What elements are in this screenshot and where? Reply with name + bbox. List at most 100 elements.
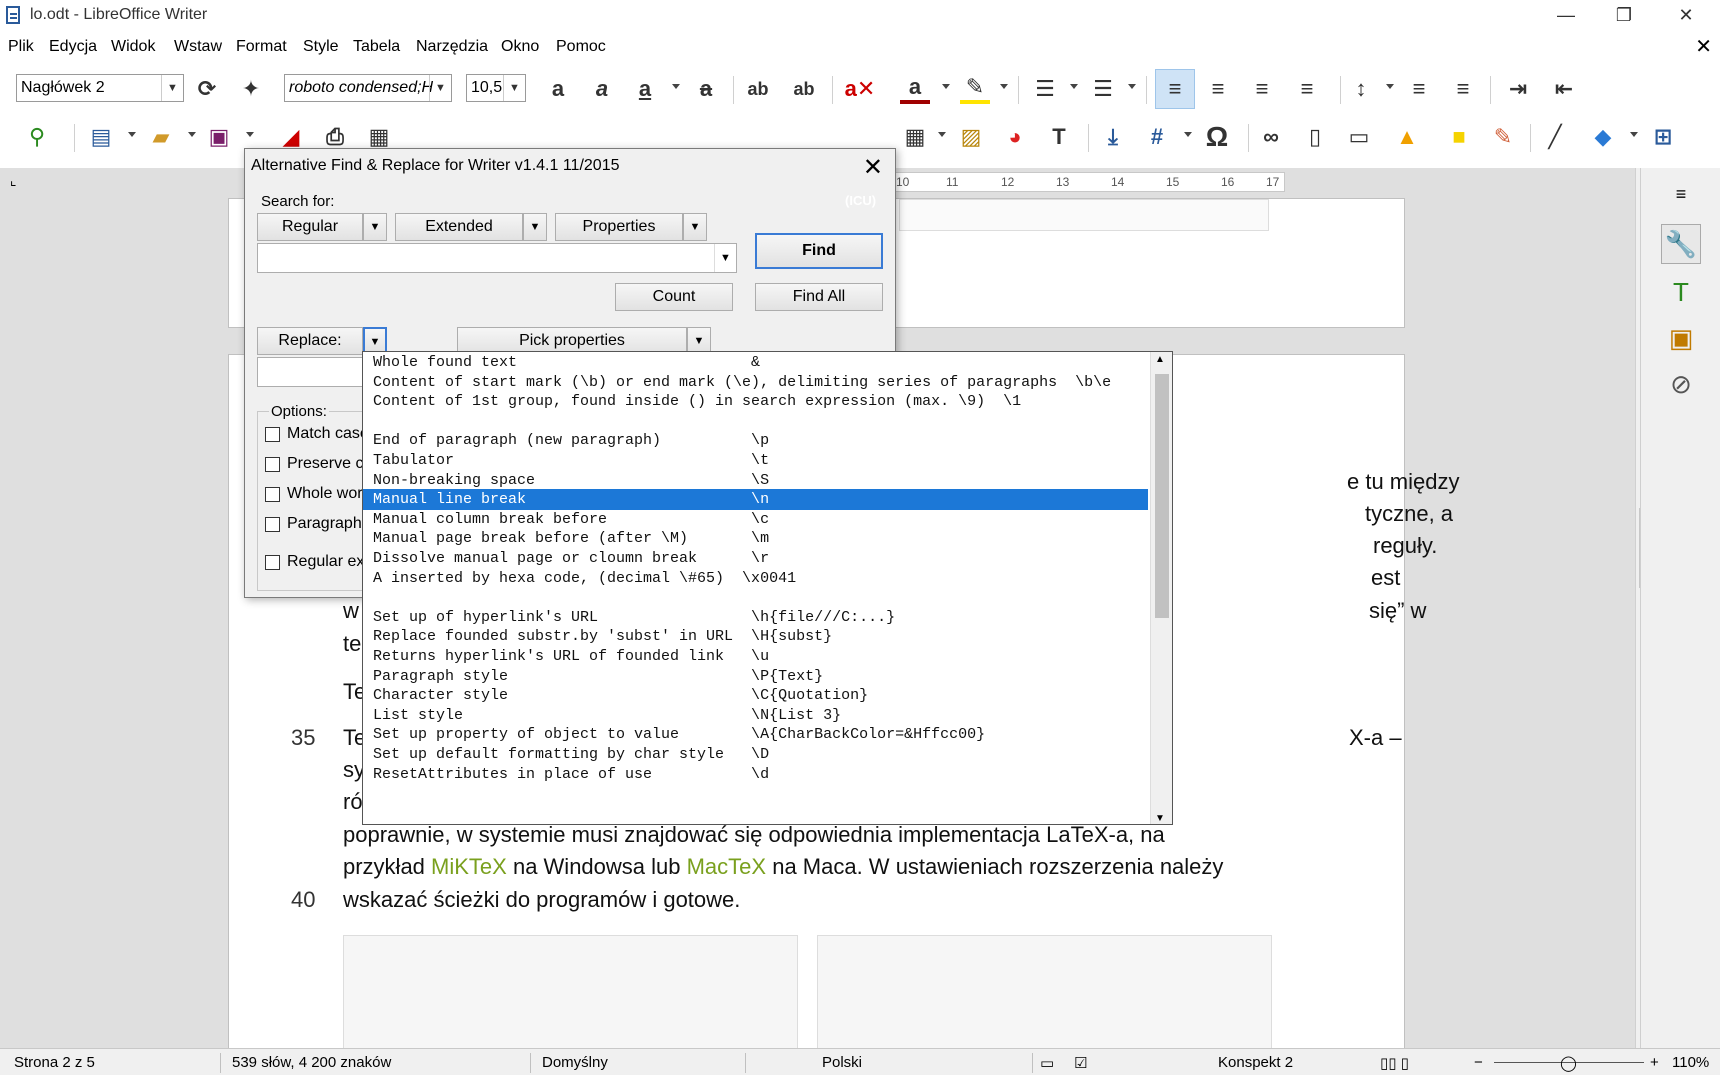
sidebar-menu-icon[interactable]: ≡ <box>1661 174 1701 214</box>
line-spacing-dropdown-icon[interactable] <box>1386 84 1394 89</box>
properties-wrench-icon[interactable]: 🔧 <box>1661 224 1701 264</box>
menu-tabela[interactable]: Tabela <box>353 38 400 56</box>
document-modified-icon[interactable]: ☑ <box>1074 1054 1087 1072</box>
extended-dropdown-icon[interactable]: ▼ <box>523 213 547 241</box>
regular-dropdown-icon[interactable]: ▼ <box>363 213 387 241</box>
popup-list-item[interactable]: Set up property of object to value \A{Ch… <box>363 724 1148 745</box>
popup-list-item[interactable] <box>363 587 1148 608</box>
menu-okno[interactable]: Okno <box>501 38 539 56</box>
navigator-compass-icon[interactable]: ⊘ <box>1661 364 1701 404</box>
search-input[interactable]: ▼ <box>257 243 737 273</box>
font-color-icon[interactable]: a <box>900 74 930 104</box>
popup-list-item[interactable]: Set up default formatting by char style … <box>363 744 1148 765</box>
bullet-list-dropdown-icon[interactable] <box>1070 84 1078 89</box>
underline-dropdown-icon[interactable] <box>672 84 680 89</box>
insert-image-icon[interactable]: ▨ <box>956 122 986 152</box>
extended-button[interactable]: Extended <box>395 213 523 241</box>
minimize-button[interactable]: — <box>1540 0 1592 30</box>
page-count[interactable]: Strona 2 z 5 <box>14 1054 95 1071</box>
line-icon[interactable]: ╱ <box>1540 122 1570 152</box>
menu-style[interactable]: Style <box>303 38 339 56</box>
popup-list-item[interactable]: Returns hyperlink's URL of founded link … <box>363 646 1148 667</box>
menu-format[interactable]: Format <box>236 38 287 56</box>
scroll-down-icon[interactable]: ▼ <box>1155 813 1165 824</box>
popup-list-item[interactable]: Manual column break before \c <box>363 509 1148 530</box>
find-all-button[interactable]: Find All <box>755 283 883 311</box>
word-count[interactable]: 539 słów, 4 200 znaków <box>232 1054 391 1071</box>
comment-icon[interactable]: ■ <box>1444 122 1474 152</box>
table-dropdown-icon[interactable] <box>938 132 946 137</box>
superscript-icon[interactable]: ab <box>743 74 773 104</box>
basic-shapes-icon[interactable]: ◆ <box>1588 122 1618 152</box>
zoom-level[interactable]: 110% <box>1672 1054 1709 1071</box>
popup-list-item[interactable]: Tabulator \t <box>363 450 1148 471</box>
hyperlink-miktex[interactable]: MiKTeX <box>431 854 507 879</box>
font-color-dropdown-icon[interactable] <box>942 84 950 89</box>
menu-edycja[interactable]: Edycja <box>49 38 97 56</box>
properties-dropdown-icon[interactable]: ▼ <box>683 213 707 241</box>
close-document-icon[interactable]: ✕ <box>1695 34 1712 59</box>
update-style-icon[interactable]: ⟳ <box>192 74 222 104</box>
align-center-icon[interactable]: ≡ <box>1203 74 1233 104</box>
chevron-down-icon[interactable]: ▼ <box>503 75 525 101</box>
align-left-icon[interactable]: ≡ <box>1155 69 1195 109</box>
close-window-button[interactable]: ✕ <box>1660 0 1712 30</box>
replace-button[interactable]: Replace: <box>257 327 363 355</box>
highlight-dropdown-icon[interactable] <box>1000 84 1008 89</box>
clear-formatting-icon[interactable]: a✕ <box>845 74 876 104</box>
gallery-icon[interactable]: ▣ <box>1661 318 1701 358</box>
chevron-down-icon[interactable]: ▼ <box>161 75 183 101</box>
shapes-dropdown-icon[interactable] <box>1630 132 1638 137</box>
find-replace-binoculars-icon[interactable]: ⚲ <box>22 122 52 152</box>
popup-list-item[interactable] <box>363 411 1148 432</box>
chevron-down-icon[interactable]: ▼ <box>429 75 451 101</box>
horizontal-ruler[interactable]: 10 11 12 13 14 15 16 17 <box>895 172 1285 192</box>
count-button[interactable]: Count <box>615 283 733 311</box>
popup-list-item[interactable]: ResetAttributes in place of use \d <box>363 764 1148 785</box>
popup-scrollbar-thumb[interactable] <box>1155 374 1169 618</box>
new-dropdown-icon[interactable] <box>128 132 136 137</box>
line-spacing-icon[interactable]: ↕ <box>1346 74 1376 104</box>
menu-plik[interactable]: Plik <box>8 38 34 56</box>
paragraph-style-combo[interactable]: Nagłówek 2 ▼ <box>16 74 184 102</box>
insert-chart-icon[interactable]: ◕ <box>1000 122 1030 152</box>
match-case-checkbox[interactable] <box>265 427 280 442</box>
regular-button[interactable]: Regular <box>257 213 363 241</box>
bold-icon[interactable]: a <box>543 74 573 104</box>
new-document-icon[interactable]: ▤ <box>86 122 116 152</box>
open-dropdown-icon[interactable] <box>188 132 196 137</box>
justify-icon[interactable]: ≡ <box>1292 74 1322 104</box>
popup-list-item[interactable]: Whole found text & <box>363 352 1148 373</box>
popup-list-item[interactable]: A inserted by hexa code, (decimal \#65) … <box>363 568 1148 589</box>
popup-list-item[interactable]: Dissolve manual page or cloumn break \r <box>363 548 1148 569</box>
popup-scrollbar[interactable]: ▲ ▼ <box>1150 352 1172 824</box>
popup-list-item[interactable]: Non-breaking space \S <box>363 470 1148 491</box>
preserve-case-checkbox[interactable] <box>265 457 280 472</box>
track-changes-icon[interactable]: ✎ <box>1488 122 1518 152</box>
insert-table-icon[interactable]: ▦ <box>900 122 930 152</box>
italic-icon[interactable]: a <box>587 74 617 104</box>
popup-list-item[interactable]: Manual line break \n <box>363 489 1148 511</box>
decrease-spacing-icon[interactable]: ≡ <box>1448 74 1478 104</box>
popup-list-item[interactable]: List style \N{List 3} <box>363 705 1148 726</box>
insert-field-icon[interactable]: # <box>1142 122 1172 152</box>
numbered-list-dropdown-icon[interactable] <box>1128 84 1136 89</box>
highlight-icon[interactable]: ✎ <box>960 74 990 104</box>
insert-mode-icon[interactable]: ▭ <box>1040 1054 1054 1072</box>
popup-list-item[interactable]: Manual page break before (after \M) \m <box>363 528 1148 549</box>
scroll-up-icon[interactable]: ▲ <box>1155 354 1165 365</box>
popup-list-item[interactable]: Character style \C{Quotation} <box>363 685 1148 706</box>
zoom-in-icon[interactable]: + <box>1650 1054 1659 1071</box>
zoom-slider-handle[interactable]: ◯ <box>1560 1054 1577 1072</box>
popup-list-item[interactable]: Replace founded substr.by 'subst' in URL… <box>363 626 1148 647</box>
strikethrough-icon[interactable]: a <box>691 74 721 104</box>
menu-widok[interactable]: Widok <box>111 38 155 56</box>
decrease-indent-icon[interactable]: ⇤ <box>1549 74 1579 104</box>
increase-spacing-icon[interactable]: ≡ <box>1404 74 1434 104</box>
numbered-list-icon[interactable]: ☰ <box>1088 74 1118 104</box>
view-layout-icons[interactable]: ▯▯ ▯ <box>1380 1054 1409 1072</box>
page-break-icon[interactable]: ⤓ <box>1098 122 1128 152</box>
field-dropdown-icon[interactable] <box>1184 132 1192 137</box>
footnote-icon[interactable]: ▯ <box>1300 122 1330 152</box>
paragraph-checkbox[interactable] <box>265 517 280 532</box>
